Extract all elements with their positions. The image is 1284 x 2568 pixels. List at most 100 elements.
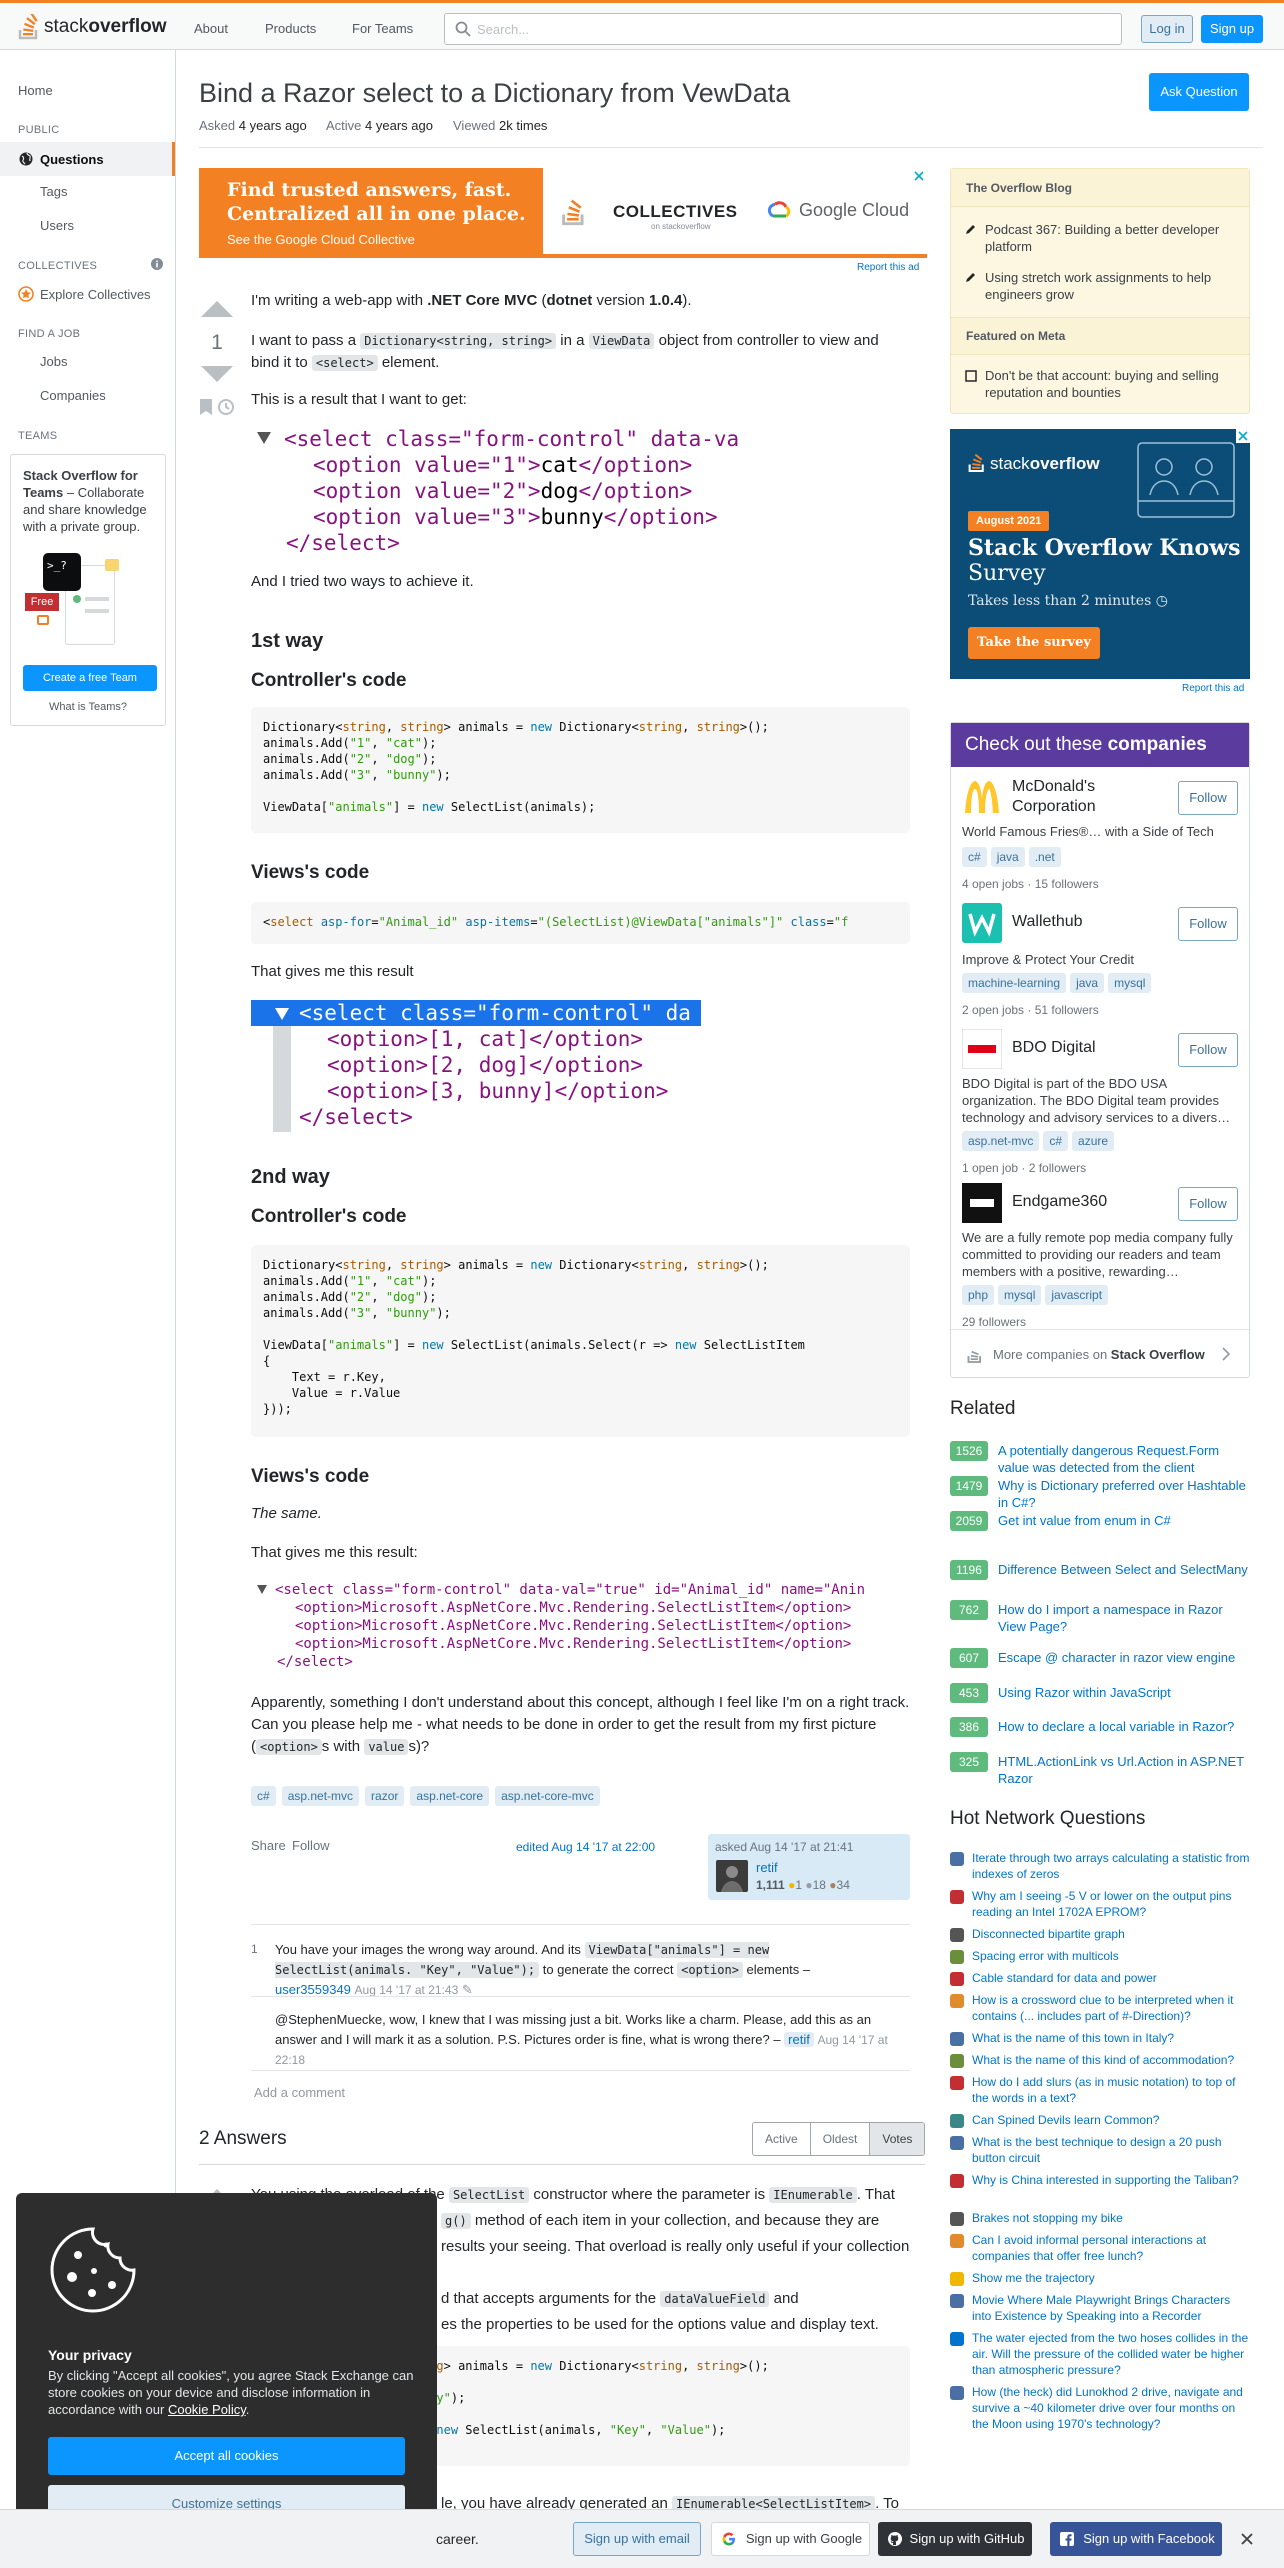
hot-question[interactable]: Iterate through two arrays calculating a…: [950, 1850, 1250, 1881]
question-title[interactable]: Bind a Razor select to a Dictionary from…: [199, 78, 1099, 109]
avatar[interactable]: [716, 1860, 748, 1892]
related-link[interactable]: A potentially dangerous Request.Form val…: [998, 1442, 1250, 1476]
hot-question[interactable]: Movie Where Male Playwright Brings Chara…: [950, 2292, 1250, 2323]
hot-question-link[interactable]: The water ejected from the two hoses col…: [972, 2330, 1250, 2378]
company-tag[interactable]: c#: [1043, 1131, 1069, 1151]
tag-razor[interactable]: razor: [365, 1786, 405, 1806]
related-question[interactable]: 325 HTML.ActionLink vs Url.Action in ASP.…: [950, 1752, 1250, 1786]
blog-item[interactable]: Podcast 367: Building a better developer…: [965, 221, 1235, 255]
edited-link[interactable]: edited Aug 14 '17 at 22:00: [516, 1840, 655, 1854]
hot-question[interactable]: How do I add slurs (as in music notation…: [950, 2074, 1250, 2105]
follow-company-button[interactable]: Follow: [1178, 1187, 1238, 1221]
company-name[interactable]: Endgame360: [1012, 1193, 1107, 1211]
hot-question-link[interactable]: Movie Where Male Playwright Brings Chara…: [972, 2292, 1250, 2324]
sidebar-item-jobs[interactable]: Jobs: [40, 354, 67, 369]
upvote-icon[interactable]: [199, 300, 235, 318]
hot-question-link[interactable]: What is the name of this kind of accommo…: [972, 2052, 1250, 2068]
hot-question-link[interactable]: How (the heck) did Lunokhod 2 drive, nav…: [972, 2384, 1250, 2432]
bookmark-icon[interactable]: [199, 398, 213, 416]
blog-item[interactable]: Using stretch work assignments to help e…: [965, 269, 1235, 303]
related-link[interactable]: Escape @ character in razor view engine: [998, 1649, 1250, 1666]
company-tag[interactable]: java: [1070, 973, 1105, 993]
user-name[interactable]: retif: [756, 1860, 778, 1875]
hot-question-link[interactable]: Iterate through two arrays calculating a…: [972, 1850, 1250, 1882]
hot-question-link[interactable]: Can I avoid informal personal interactio…: [972, 2232, 1250, 2264]
side-ad-survey[interactable]: stackoverflow August 2021 Stack Overflow…: [950, 429, 1250, 679]
hot-question[interactable]: How (the heck) did Lunokhod 2 drive, nav…: [950, 2384, 1250, 2431]
wallethub-logo-icon[interactable]: [962, 903, 1002, 943]
accept-cookies-button[interactable]: Accept all cookies: [48, 2437, 405, 2475]
hot-question[interactable]: Spacing error with multicols: [950, 1948, 1250, 1968]
company-tag[interactable]: java: [990, 847, 1025, 867]
nav-about[interactable]: About: [184, 15, 238, 42]
sidebar-item-companies[interactable]: Companies: [40, 388, 106, 403]
follow-company-button[interactable]: Follow: [1178, 907, 1238, 941]
ad-close-icon[interactable]: [913, 170, 925, 182]
sidebar-item-questions[interactable]: Questions: [0, 142, 175, 176]
hot-question-link[interactable]: Why is China interested in supporting th…: [972, 2172, 1250, 2188]
hot-question[interactable]: Can I avoid informal personal interactio…: [950, 2232, 1250, 2263]
hot-question-link[interactable]: Show me the trajectory: [972, 2270, 1250, 2286]
create-team-button[interactable]: Create a free Team: [23, 665, 157, 691]
signup-github-button[interactable]: Sign up with GitHub: [878, 2522, 1032, 2556]
comment-user[interactable]: user3559349: [275, 1982, 351, 1997]
what-is-teams-link[interactable]: What is Teams?: [11, 701, 165, 713]
top-ad-banner[interactable]: Find trusted answers, fast. Centralized …: [199, 168, 927, 258]
hot-question[interactable]: What is the name of this kind of accommo…: [950, 2052, 1250, 2072]
ask-question-button[interactable]: Ask Question: [1149, 73, 1249, 111]
follow-company-button[interactable]: Follow: [1178, 781, 1238, 815]
company-tag[interactable]: mysql: [1108, 973, 1152, 993]
follow-company-button[interactable]: Follow: [1178, 1033, 1238, 1067]
report-ad-link[interactable]: Report this ad: [857, 262, 919, 273]
signup-button[interactable]: Sign up: [1201, 15, 1263, 43]
share-link[interactable]: Share: [251, 1838, 286, 1853]
company-tag[interactable]: c#: [962, 847, 987, 867]
hot-question-link[interactable]: How do I add slurs (as in music notation…: [972, 2074, 1250, 2106]
company-tag[interactable]: javascript: [1045, 1285, 1109, 1305]
sidebar-item-explore-collectives[interactable]: Explore Collectives: [18, 286, 151, 302]
related-question[interactable]: 386 How to declare a local variable in Ra…: [950, 1717, 1250, 1749]
hot-question-link[interactable]: What is the name of this town in Italy?: [972, 2030, 1250, 2046]
related-question[interactable]: 1479 Why is Dictionary preferred over Has…: [950, 1476, 1250, 1511]
follow-link[interactable]: Follow: [292, 1838, 330, 1853]
comment-user[interactable]: retif: [784, 2032, 814, 2047]
signup-email-button[interactable]: Sign up with email: [573, 2522, 701, 2556]
tag-aspnet-core[interactable]: asp.net-core: [410, 1786, 490, 1806]
history-icon[interactable]: [217, 398, 235, 416]
info-icon[interactable]: [151, 258, 163, 270]
sort-votes[interactable]: Votes: [870, 2123, 925, 2155]
report-ad-link[interactable]: Report this ad: [1182, 683, 1244, 694]
related-question[interactable]: 1526 A potentially dangerous Request.Form…: [950, 1441, 1250, 1476]
company-name[interactable]: Wallethub: [1012, 913, 1083, 931]
related-link[interactable]: Why is Dictionary preferred over Hashtab…: [998, 1477, 1250, 1511]
search-box[interactable]: [444, 13, 1122, 45]
signup-facebook-button[interactable]: Sign up with Facebook: [1050, 2522, 1222, 2556]
hot-question[interactable]: What is the best technique to design a 2…: [950, 2134, 1250, 2165]
hot-question-link[interactable]: Disconnected bipartite graph: [972, 1926, 1250, 1942]
sidebar-item-home[interactable]: Home: [18, 83, 53, 98]
signup-google-button[interactable]: Sign up with Google: [711, 2522, 870, 2556]
hot-question[interactable]: Why am I seeing -5 V or lower on the out…: [950, 1888, 1250, 1919]
hot-question[interactable]: Can Spined Devils learn Common?: [950, 2112, 1250, 2132]
mcdonalds-logo-icon[interactable]: [962, 777, 1002, 817]
related-question[interactable]: 2059 Get int value from enum in C#: [950, 1511, 1250, 1543]
hot-question[interactable]: Brakes not stopping my bike: [950, 2210, 1250, 2230]
hot-question[interactable]: Show me the trajectory: [950, 2270, 1250, 2290]
hot-question[interactable]: Cable standard for data and power: [950, 1970, 1250, 1990]
nav-products[interactable]: Products: [255, 15, 326, 42]
nav-for-teams[interactable]: For Teams: [342, 15, 423, 42]
company-tag[interactable]: mysql: [998, 1285, 1042, 1305]
hot-question-link[interactable]: How is a crossword clue to be interprete…: [972, 1992, 1250, 2024]
company-tag[interactable]: machine-learning: [962, 973, 1067, 993]
downvote-icon[interactable]: [199, 365, 235, 383]
company-tag[interactable]: .net: [1028, 847, 1061, 867]
company-tag[interactable]: azure: [1072, 1131, 1115, 1151]
related-question[interactable]: 762 How do I import a namespace in Razor …: [950, 1600, 1250, 1634]
related-question[interactable]: 607 Escape @ character in razor view engi…: [950, 1648, 1250, 1680]
company-tag[interactable]: asp.net-mvc: [962, 1131, 1040, 1151]
bdo-logo-icon[interactable]: [962, 1029, 1002, 1069]
hot-question-link[interactable]: Brakes not stopping my bike: [972, 2210, 1250, 2226]
sort-oldest[interactable]: Oldest: [811, 2123, 871, 2155]
related-link[interactable]: Difference Between Select and SelectMany: [998, 1561, 1250, 1578]
hot-question[interactable]: What is the name of this town in Italy?: [950, 2030, 1250, 2050]
